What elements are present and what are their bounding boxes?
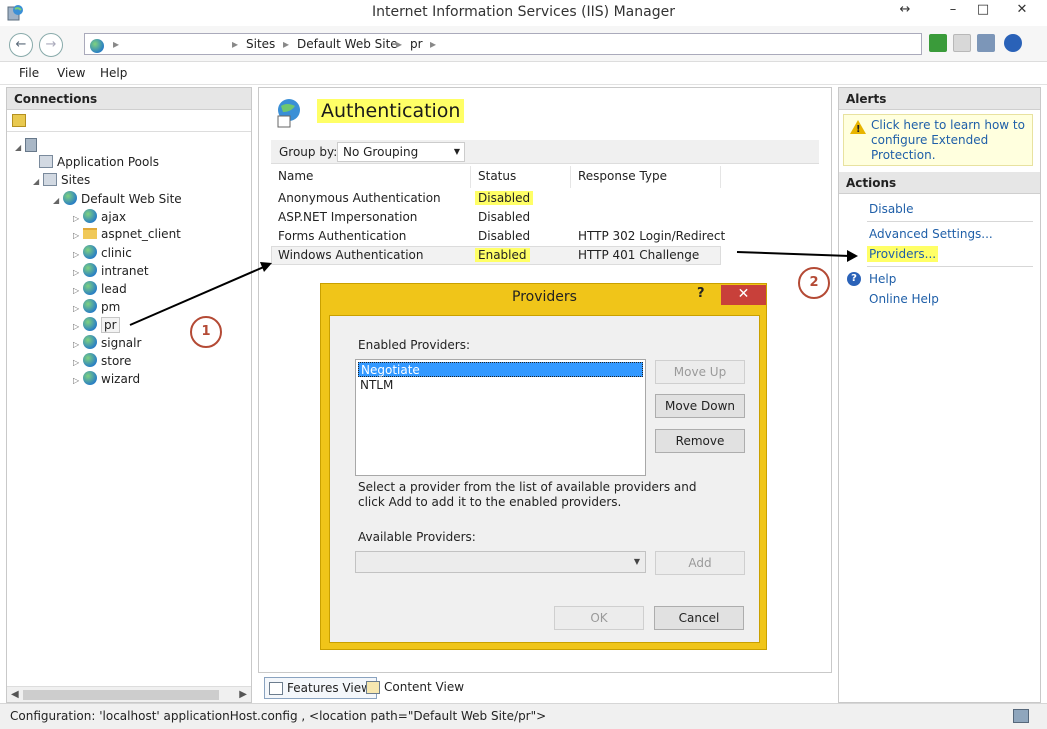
instruction-text: Select a provider from the list of avail…: [358, 480, 697, 509]
dialog-body: Enabled Providers: Negotiate NTLM Move U…: [329, 315, 760, 643]
step-2-marker: 2: [798, 267, 830, 299]
move-up-button[interactable]: Move Up: [655, 360, 745, 384]
providers-dialog: Providers ? ✕ Enabled Providers: Negotia…: [320, 283, 767, 650]
enabled-providers-label: Enabled Providers:: [358, 338, 471, 352]
list-item-negotiate[interactable]: Negotiate: [358, 362, 643, 377]
step-1-marker: 1: [190, 316, 222, 348]
move-down-button[interactable]: Move Down: [655, 394, 745, 418]
add-button[interactable]: Add: [655, 551, 745, 575]
ok-button[interactable]: OK: [554, 606, 644, 630]
chevron-down-icon: ▼: [633, 557, 640, 566]
remove-button[interactable]: Remove: [655, 429, 745, 453]
cancel-button[interactable]: Cancel: [654, 606, 744, 630]
list-item-ntlm[interactable]: NTLM: [358, 378, 643, 393]
available-providers-label: Available Providers:: [358, 530, 476, 544]
dialog-help-button[interactable]: ?: [697, 286, 705, 301]
enabled-providers-list[interactable]: Negotiate NTLM: [355, 359, 646, 476]
available-providers-select[interactable]: ▼: [355, 551, 646, 573]
dialog-close-button[interactable]: ✕: [721, 285, 766, 305]
